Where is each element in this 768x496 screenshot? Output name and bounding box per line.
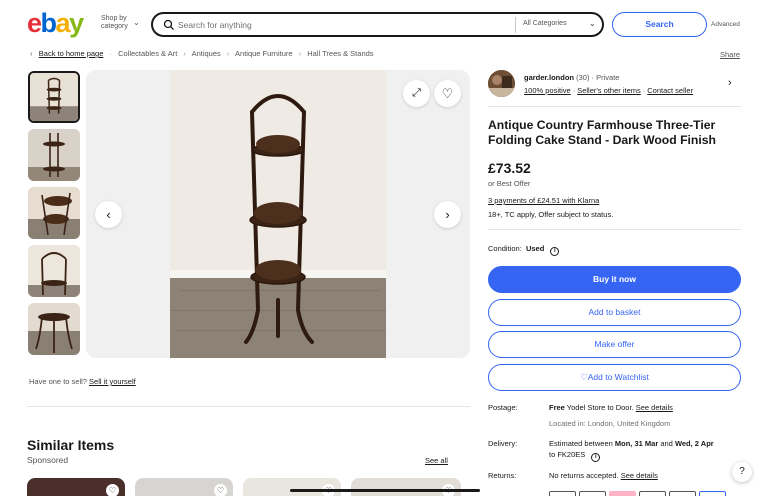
info-icon[interactable]: i	[591, 453, 601, 462]
chevron-right-icon: ›	[298, 49, 302, 58]
thumbnail-image[interactable]	[28, 129, 80, 181]
heart-icon[interactable]: ♡	[106, 484, 119, 496]
seller-avatar[interactable]	[488, 70, 515, 97]
ebay-logo[interactable]: ebay	[27, 8, 84, 39]
divider	[488, 229, 741, 230]
delivery-label: Delivery:	[488, 439, 518, 448]
sponsored-label: Sponsored	[27, 455, 69, 465]
thumbnail-image[interactable]	[28, 303, 80, 355]
thumbnail-image[interactable]	[28, 245, 80, 297]
breadcrumb-item[interactable]: Hall Trees & Stands	[307, 49, 373, 58]
similar-item-card[interactable]: ♡	[27, 478, 125, 496]
thumbnail-image[interactable]	[28, 71, 80, 123]
feedback-link[interactable]: 100% positive	[524, 86, 571, 95]
shop-by-category[interactable]: Shop by category	[101, 15, 128, 31]
item-location: Located in: London, United Kingdom	[549, 419, 671, 428]
contact-seller-link[interactable]: Contact seller	[647, 86, 693, 95]
breadcrumb-item[interactable]: Collectables & Art	[118, 49, 177, 58]
divider	[488, 106, 741, 107]
divider	[27, 406, 470, 407]
breadcrumb: ‹ Back to home page · Collectables & Art…	[30, 49, 374, 58]
add-to-basket-button[interactable]: Add to basket	[488, 299, 741, 326]
expand-icon[interactable]: ⤢	[403, 80, 430, 107]
have-one-to-sell: Have one to sell? Sell it yourself	[29, 377, 136, 386]
heart-icon: ♡	[580, 372, 588, 382]
postage-details-link[interactable]: See details	[636, 403, 673, 412]
main-product-image[interactable]: ⤢ ♡ ‹ ›	[86, 70, 470, 358]
search-bar: All Categories ⌄	[151, 12, 604, 37]
klarna-link[interactable]: 3 payments of £24.51 with Klarna	[488, 196, 599, 205]
payment-icon	[579, 491, 606, 496]
search-button[interactable]: Search	[612, 12, 707, 37]
see-all-link[interactable]: See all	[425, 456, 448, 465]
klarna-note: 18+, TC apply, Offer subject to status.	[488, 210, 614, 219]
payment-icon	[669, 491, 696, 496]
advanced-search-link[interactable]: Advanced	[711, 21, 740, 28]
chevron-down-icon[interactable]: ⌄	[589, 19, 596, 28]
help-button[interactable]: ?	[732, 462, 752, 482]
delivery-value: Estimated between Mon, 31 Mar and Wed, 2…	[549, 439, 714, 462]
breadcrumb-item[interactable]: Antique Furniture	[235, 49, 293, 58]
seller-links: 100% positive · Seller's other items · Conta…	[524, 86, 694, 95]
back-to-home-link[interactable]: Back to home page	[39, 49, 104, 58]
product-photo	[170, 70, 386, 358]
postage-label: Postage:	[488, 403, 518, 412]
item-title: Antique Country Farmhouse Three-Tier Fol…	[488, 118, 716, 147]
chevron-right-icon[interactable]: ›	[434, 201, 461, 228]
search-input[interactable]	[178, 18, 508, 32]
header: ebay Shop by category ⌄ All Categories ⌄…	[0, 0, 768, 46]
breadcrumb-separator: ·	[109, 49, 113, 58]
similar-items-title: Similar Items	[27, 437, 115, 453]
search-divider	[515, 17, 516, 33]
sell-it-yourself-link[interactable]: Sell it yourself	[89, 377, 136, 386]
share-link[interactable]: Share	[720, 50, 740, 59]
item-price: £73.52	[488, 160, 531, 176]
postage-value: Free Yodel Store to Door. See details	[549, 403, 673, 412]
payment-icon	[609, 491, 636, 496]
returns-value: No returns accepted. See details	[549, 471, 658, 480]
chevron-right-icon: ›	[226, 49, 230, 58]
info-icon[interactable]: i	[550, 247, 560, 256]
search-icon	[163, 19, 174, 30]
payment-icons	[549, 491, 729, 496]
payment-icon	[549, 491, 576, 496]
payment-icon	[639, 491, 666, 496]
chevron-right-icon: ›	[183, 49, 186, 58]
heart-icon[interactable]: ♡	[434, 80, 461, 107]
back-icon[interactable]: ‹	[30, 49, 33, 58]
breadcrumb-item[interactable]: Antiques	[192, 49, 221, 58]
chevron-right-icon[interactable]: ›	[728, 77, 732, 89]
seller-other-items-link[interactable]: Seller's other items	[577, 86, 641, 95]
category-select[interactable]: All Categories	[523, 20, 567, 27]
make-offer-button[interactable]: Make offer	[488, 331, 741, 358]
thumbnail-image[interactable]	[28, 187, 80, 239]
buy-it-now-button[interactable]: Buy it now	[488, 266, 741, 293]
payment-icon	[699, 491, 726, 496]
seller-name[interactable]: garder.london (30) · Private	[524, 73, 619, 82]
condition: Condition: Used i	[488, 244, 560, 256]
chevron-left-icon[interactable]: ‹	[95, 201, 122, 228]
similar-item-card[interactable]: ♡	[135, 478, 233, 496]
best-offer-label: or Best Offer	[488, 179, 531, 188]
heart-icon[interactable]: ♡	[214, 484, 227, 496]
similar-item-card[interactable]: ♡	[243, 478, 341, 496]
chevron-down-icon[interactable]: ⌄	[133, 18, 140, 27]
add-to-watchlist-button[interactable]: ♡Add to Watchlist	[488, 364, 741, 391]
returns-label: Returns:	[488, 471, 517, 480]
carousel-scrollbar[interactable]	[290, 489, 480, 492]
similar-item-card[interactable]: ♡	[351, 478, 461, 496]
returns-details-link[interactable]: See details	[621, 471, 658, 480]
